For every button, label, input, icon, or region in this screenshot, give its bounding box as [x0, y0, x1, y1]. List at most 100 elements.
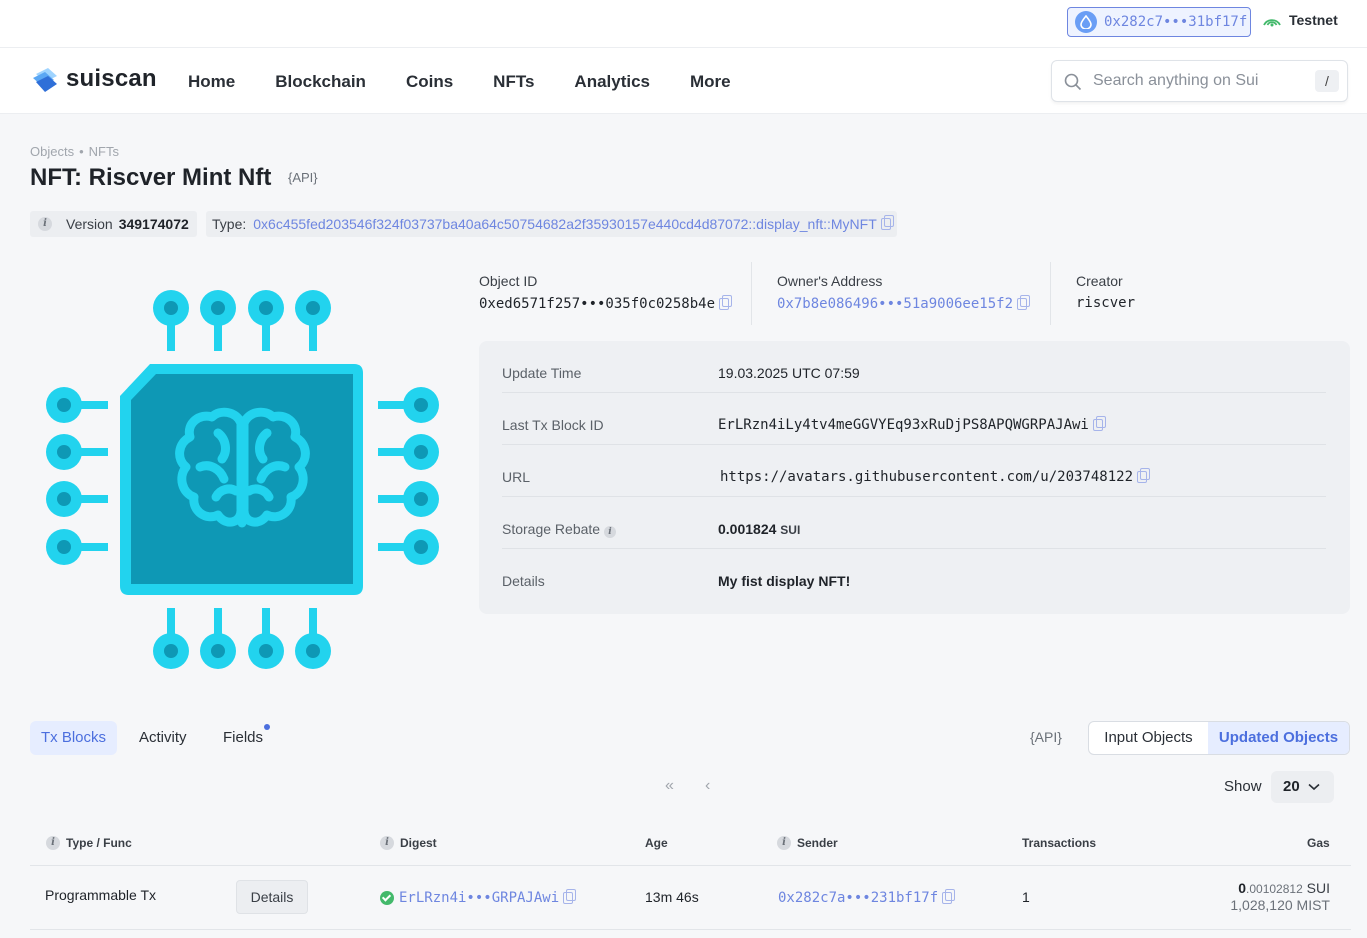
details-button[interactable]: Details [236, 880, 308, 914]
details-value: My fist display NFT! [718, 573, 851, 589]
copy-icon[interactable] [1017, 295, 1031, 311]
th-gas: Gas [1307, 836, 1330, 850]
copy-icon[interactable] [563, 889, 577, 905]
copy-icon[interactable] [1137, 468, 1151, 483]
breadcrumb: Objects • NFTs [30, 144, 119, 159]
nav-item-nfts[interactable]: NFTs [493, 72, 534, 92]
detail-row-url: URL https://avatars.githubusercontent.co… [502, 445, 1326, 497]
object-id-block: Object ID 0xed6571f257•••035f0c0258b4e [479, 262, 733, 326]
sui-drop-icon [1075, 11, 1097, 33]
detail-row-storage-rebate: Storage Rebate i 0.001824 SUI [502, 497, 1326, 549]
storage-rebate-unit: SUI [780, 523, 801, 537]
breadcrumb-objects[interactable]: Objects [30, 144, 74, 159]
sender-cell: 0x282c7a•••231bf17f [778, 889, 956, 906]
prev-page-button[interactable]: ‹ [705, 777, 710, 795]
last-tx-value[interactable]: ErLRzn4iLy4tv4meGGVYEq93xRuDjPS8APQWGRPA… [718, 417, 1089, 433]
owner-address-link[interactable]: 0x7b8e086496•••51a9006ee15f2 [777, 296, 1013, 312]
object-id-row: 0xed6571f257•••035f0c0258b4e [479, 295, 733, 312]
creator-value: riscver [1076, 295, 1136, 311]
search-shortcut: / [1315, 70, 1339, 92]
brain-chip-icon [46, 290, 439, 669]
update-time-value: 19.03.2025 UTC 07:59 [718, 365, 860, 381]
detail-label: Storage Rebate [502, 521, 601, 537]
network-selector[interactable]: Testnet [1262, 12, 1338, 28]
th-sender: i Sender [777, 836, 838, 850]
nav-item-blockchain[interactable]: Blockchain [275, 72, 366, 92]
logo-text: suiscan [66, 65, 157, 92]
url-value[interactable]: https://avatars.githubusercontent.com/u/… [720, 469, 1133, 485]
info-icon[interactable]: i [380, 836, 394, 850]
version-label: Version [66, 216, 113, 232]
suiscan-logo-icon [33, 68, 57, 92]
digest-link[interactable]: ErLRzn4i•••GRPAJAwi [399, 890, 559, 906]
table-header: i Type / Func i Digest Age i Sender Transac… [30, 826, 1351, 866]
fields-indicator-dot [264, 724, 270, 730]
creator-label: Creator [1076, 273, 1123, 289]
age-value: 13m 46s [645, 889, 699, 905]
th-age: Age [645, 836, 668, 850]
detail-row-update-time: Update Time 19.03.2025 UTC 07:59 [502, 341, 1326, 393]
api-link[interactable]: {API} [1030, 729, 1062, 745]
search-placeholder: Search anything on Sui [1093, 72, 1259, 89]
info-icon: i [38, 217, 52, 231]
info-icon[interactable]: i [603, 526, 616, 538]
divider [1050, 262, 1051, 325]
version-value: 349174072 [118, 216, 189, 232]
owner-label: Owner's Address [777, 273, 883, 289]
nav-item-more[interactable]: More [690, 72, 731, 92]
nav-item-coins[interactable]: Coins [406, 72, 453, 92]
copy-icon[interactable] [880, 215, 894, 230]
copy-icon[interactable] [719, 295, 733, 311]
detail-label: Last Tx Block ID [502, 417, 604, 433]
input-objects-button[interactable]: Input Objects [1089, 722, 1208, 754]
network-label: Testnet [1289, 12, 1338, 28]
page-size-select[interactable]: 20 [1271, 771, 1334, 803]
details-card: Update Time 19.03.2025 UTC 07:59 Last Tx… [479, 341, 1350, 614]
info-icon[interactable]: i [777, 836, 791, 850]
nav-item-analytics[interactable]: Analytics [574, 72, 650, 92]
detail-label: Details [502, 573, 545, 589]
nft-image [46, 290, 439, 669]
storage-rebate-value: 0.001824 [718, 521, 777, 537]
url-row: https://avatars.githubusercontent.com/u/… [720, 468, 1151, 485]
digest-cell: ErLRzn4i•••GRPAJAwi [380, 889, 577, 906]
type-link[interactable]: 0x6c455fed203546f324f03737ba40a64c507546… [253, 216, 877, 232]
th-type: i Type / Func [46, 836, 132, 850]
th-digest: i Digest [380, 836, 437, 850]
tab-tx-blocks[interactable]: Tx Blocks [30, 721, 118, 755]
object-id-label: Object ID [479, 273, 538, 289]
divider [751, 262, 752, 325]
table-row: Programmable Tx Details ErLRzn4i•••GRPAJ… [30, 866, 1351, 930]
detail-row-details: Details My fist display NFT! [502, 549, 1326, 601]
copy-icon[interactable] [942, 889, 956, 905]
info-icon[interactable]: i [46, 836, 60, 850]
gas-mist: 1,028,120 MIST [1230, 897, 1330, 913]
search-input[interactable]: Search anything on Sui / [1051, 60, 1348, 102]
gas-sui: 0.00102812 SUI [1238, 880, 1330, 896]
version-badge: i Version 349174072 [30, 211, 197, 237]
detail-row-last-tx: Last Tx Block ID ErLRzn4iLy4tv4meGGVYEq9… [502, 393, 1326, 445]
copy-icon[interactable] [1092, 416, 1106, 431]
transactions-value: 1 [1022, 889, 1030, 905]
gas-cell: 0.00102812 SUI 1,028,120 MIST [1230, 880, 1330, 913]
show-label: Show [1224, 778, 1262, 795]
first-page-button[interactable]: « [665, 777, 674, 795]
tab-activity[interactable]: Activity [139, 721, 187, 755]
detail-label-row: Storage Rebate i [502, 521, 616, 538]
last-tx-link: ErLRzn4iLy4tv4meGGVYEq93xRuDjPS8APQWGRPA… [718, 416, 1106, 433]
suiscan-logo[interactable]: suiscan [30, 64, 157, 94]
updated-objects-button[interactable]: Updated Objects [1208, 722, 1349, 754]
wallet-button[interactable]: 0x282c7•••31bf17f [1067, 7, 1251, 37]
detail-label: URL [502, 469, 531, 485]
tx-type: Programmable Tx [45, 887, 157, 903]
storage-rebate-row: 0.001824 SUI [718, 521, 800, 537]
api-link[interactable]: {API} [288, 170, 318, 185]
nav-item-home[interactable]: Home [188, 72, 235, 92]
nav-menu: Home Blockchain Coins NFTs Analytics Mor… [188, 72, 771, 92]
top-bar: 0x282c7•••31bf17f Testnet [0, 0, 1367, 48]
owner-block: Owner's Address 0x7b8e086496•••51a9006ee… [777, 262, 1031, 326]
tab-fields[interactable]: Fields [223, 721, 263, 755]
creator-block: Creator riscver [1076, 262, 1135, 326]
sender-link[interactable]: 0x282c7a•••231bf17f [778, 890, 938, 906]
breadcrumb-nfts[interactable]: NFTs [89, 144, 119, 159]
